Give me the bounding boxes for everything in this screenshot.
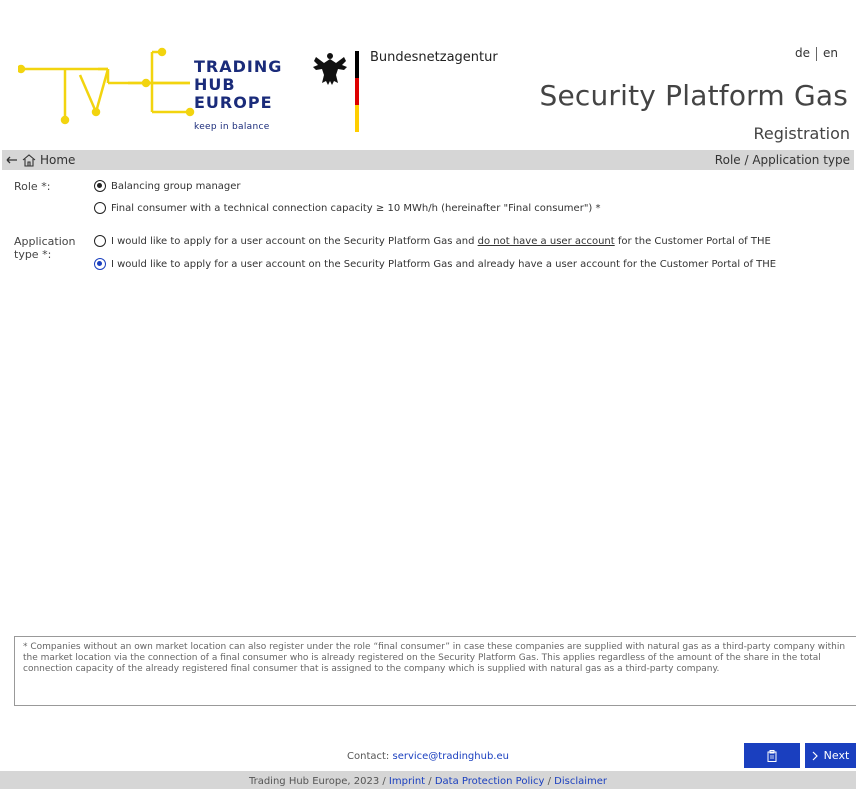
footer-copyright: Trading Hub Europe, 2023 / Imprint / Dat… <box>0 776 856 787</box>
footer-contact: Contact: service@tradinghub.eu <box>0 751 856 762</box>
logo-line-trading: TRADING <box>194 57 283 76</box>
role-option-final-consumer[interactable]: Final consumer with a technical connecti… <box>94 202 601 214</box>
app-option-label: I would like to apply for a user account… <box>111 236 771 247</box>
radio-button[interactable] <box>94 258 106 270</box>
footer-separator: / <box>544 776 555 787</box>
data-protection-link[interactable]: Data Protection Policy <box>435 776 545 787</box>
lang-de-link[interactable]: de <box>791 46 814 60</box>
logo-line-europe: EUROPE <box>194 93 273 112</box>
german-flag-bar <box>355 51 359 132</box>
radio-button[interactable] <box>94 202 106 214</box>
footer-separator: / <box>425 776 435 787</box>
disclaimer-link[interactable]: Disclaimer <box>554 776 607 787</box>
application-type-label-line2: type *: <box>14 248 52 261</box>
radio-button[interactable] <box>94 180 106 192</box>
app-option-label: I would like to apply for a user account… <box>111 258 777 270</box>
copyright-text: Trading Hub Europe, 2023 / <box>248 776 389 787</box>
bna-name: Bundesnetzagentur <box>370 50 498 65</box>
role-option-bgm[interactable]: Balancing group manager <box>94 180 241 192</box>
application-type-label-line1: Application <box>14 235 76 248</box>
home-icon <box>22 153 36 167</box>
role-option-label: Balancing group manager <box>111 180 241 192</box>
app-option-text-pre: I would like to apply for a user account… <box>111 235 478 247</box>
breadcrumb: Role / Application type <box>714 153 850 167</box>
role-option-label: Final consumer with a technical connecti… <box>111 202 601 214</box>
app-option-new-account[interactable]: I would like to apply for a user account… <box>94 235 771 247</box>
eagle-icon <box>313 53 347 85</box>
lang-separator <box>816 46 817 61</box>
logo-tagline: keep in balance <box>194 122 270 132</box>
imprint-link[interactable]: Imprint <box>389 776 425 787</box>
lang-en-link[interactable]: en <box>819 46 842 60</box>
contact-email-link[interactable]: service@tradinghub.eu <box>392 751 508 762</box>
page-subtitle: Registration <box>753 124 850 143</box>
radio-button[interactable] <box>94 235 106 247</box>
home-link[interactable]: Home <box>6 153 75 167</box>
app-option-text-post: for the Customer Portal of THE <box>614 235 771 247</box>
language-switcher: de en <box>791 46 842 61</box>
home-label: Home <box>40 153 76 167</box>
nav-bar: Home Role / Application type <box>2 150 854 170</box>
app-option-existing-account[interactable]: I would like to apply for a user account… <box>94 258 776 270</box>
page-title: Security Platform Gas <box>539 79 848 112</box>
role-label: Role *: <box>14 180 51 193</box>
app-option-text-underlined: do not have a user account <box>477 235 615 247</box>
contact-prefix: Contact: <box>347 751 393 762</box>
back-arrow-icon <box>6 156 17 164</box>
footnote-box: * Companies without an own market locati… <box>14 636 856 706</box>
bna-logo: Bundesnetzagentur <box>310 49 520 139</box>
the-logo-wordmark: TRADING HUB EUROPE <box>194 58 282 112</box>
application-type-label: Application type *: <box>14 235 75 261</box>
logo-line-hub: HUB <box>194 75 236 94</box>
